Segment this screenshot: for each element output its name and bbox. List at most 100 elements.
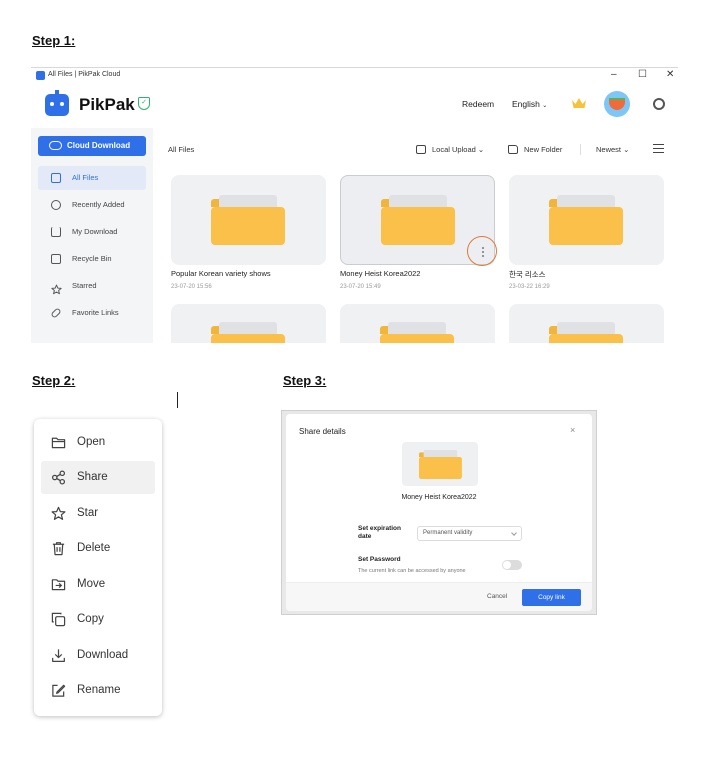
close-icon[interactable]: × [570,425,575,435]
share-dialog: Share details × Money Heist Korea2022 Se… [286,414,592,611]
folder-icon [381,195,455,245]
file-card[interactable] [509,304,664,343]
shield-check-icon: ✓ [138,97,150,110]
rename-icon [52,684,66,697]
menu-item-copy[interactable]: Copy [41,603,155,636]
folder-icon [380,322,454,343]
dialog-title: Share details [299,427,346,436]
dialog-footer: Cancel Copy link [286,582,592,611]
menu-item-label: Open [77,436,106,448]
menu-item-label: Star [77,507,99,519]
file-card[interactable] [509,175,664,265]
more-dots-icon [482,247,484,249]
password-toggle[interactable] [502,560,522,570]
more-options-button[interactable] [467,236,497,266]
file-date: 23-03-22 16:29 [509,284,550,290]
menu-item-label: Delete [77,542,111,554]
new-folder-label: New Folder [524,145,563,154]
password-hint: The current link can be accessed by anyo… [358,568,466,574]
folder-icon [419,450,462,479]
sidebar-item-favorite-links[interactable]: Favorite Links [38,301,146,325]
toolbar-divider [580,144,581,155]
menu-item-move[interactable]: Move [41,568,155,601]
copy-icon [51,612,66,627]
menu-item-label: Copy [77,613,104,625]
sidebar-item-my-download[interactable]: My Download [38,220,146,244]
file-date: 23-07-20 15:56 [171,284,212,290]
menu-item-star[interactable]: Star [41,497,155,530]
folder-icon [549,195,623,245]
menu-item-share[interactable]: Share [41,461,155,494]
file-icon [51,173,61,183]
text-cursor [177,392,178,408]
file-thumbnail [402,442,478,486]
pikpak-logo-icon [45,90,69,116]
expiration-select[interactable]: Permanent validity [417,526,522,541]
menu-item-label: Download [77,649,129,661]
language-select[interactable]: English ⌄ [512,99,547,109]
star-icon [51,281,62,295]
download-icon [51,227,61,237]
cloud-icon [49,141,62,150]
sort-label: Newest [596,145,622,154]
share-icon [51,470,66,485]
trash-icon [51,254,61,264]
sidebar-item-starred[interactable]: Starred [38,274,146,298]
menu-item-rename[interactable]: Rename [41,674,155,707]
sidebar-item-label: My Download [72,227,118,236]
cloud-download-label: Cloud Download [67,141,131,150]
menu-item-open[interactable]: Open [41,426,155,459]
menu-item-download[interactable]: Download [41,639,155,672]
upload-icon [416,145,426,154]
local-upload-button[interactable]: Local Upload ⌄ [416,145,484,154]
password-label: Set Password [358,556,401,563]
minimize-button[interactable]: – [611,69,617,80]
clock-icon [51,200,61,210]
file-card[interactable] [340,304,495,343]
file-name[interactable]: Popular Korean variety shows [171,269,271,278]
window-titlebar: All Files | PikPak Cloud – ☐ ✕ [31,68,678,84]
sort-dropdown[interactable]: Newest ⌄ [596,145,629,154]
folder-icon [211,195,285,245]
step2-label: Step 2: [32,373,76,388]
folder-open-icon [51,437,66,449]
sidebar-item-label: Recently Added [72,200,125,209]
cancel-button[interactable]: Cancel [487,593,507,600]
file-card[interactable] [171,304,326,343]
maximize-button[interactable]: ☐ [638,69,647,80]
avatar[interactable] [604,91,630,117]
menu-item-label: Share [77,471,108,483]
sidebar-item-label: Recycle Bin [72,254,112,263]
move-icon [51,579,66,591]
app-icon [36,71,45,80]
step3-label: Step 3: [283,373,327,388]
local-upload-label: Local Upload [432,145,476,154]
window-title: All Files | PikPak Cloud [48,71,121,78]
cloud-download-button[interactable]: Cloud Download [38,136,146,156]
download-icon [52,649,65,663]
menu-item-label: Rename [77,684,121,696]
sidebar-item-recycle-bin[interactable]: Recycle Bin [38,247,146,271]
sidebar-item-label: Favorite Links [72,308,119,317]
file-card[interactable] [171,175,326,265]
file-name[interactable]: Money Heist Korea2022 [340,269,420,278]
crown-icon[interactable] [571,97,587,109]
close-button[interactable]: ✕ [666,69,674,80]
new-folder-button[interactable]: New Folder [508,145,562,154]
sidebar-item-all-files[interactable]: All Files [38,166,146,190]
gear-icon[interactable] [653,98,665,110]
file-date: 23-07-20 15:49 [340,284,381,290]
context-menu: Open Share Star Delete Move Copy Downloa… [34,419,162,716]
sidebar-item-recently-added[interactable]: Recently Added [38,193,146,217]
menu-item-delete[interactable]: Delete [41,532,155,565]
list-view-icon[interactable] [653,144,664,153]
language-value: English [512,99,540,109]
copy-link-button[interactable]: Copy link [522,589,581,606]
trash-icon [52,542,65,556]
redeem-link[interactable]: Redeem [462,99,494,109]
folder-icon [549,322,623,343]
brand-name: PikPak [79,95,135,114]
shared-file-name: Money Heist Korea2022 [401,494,477,501]
file-name[interactable]: 한국 리소스 [509,269,546,280]
menu-item-label: Move [77,578,106,590]
